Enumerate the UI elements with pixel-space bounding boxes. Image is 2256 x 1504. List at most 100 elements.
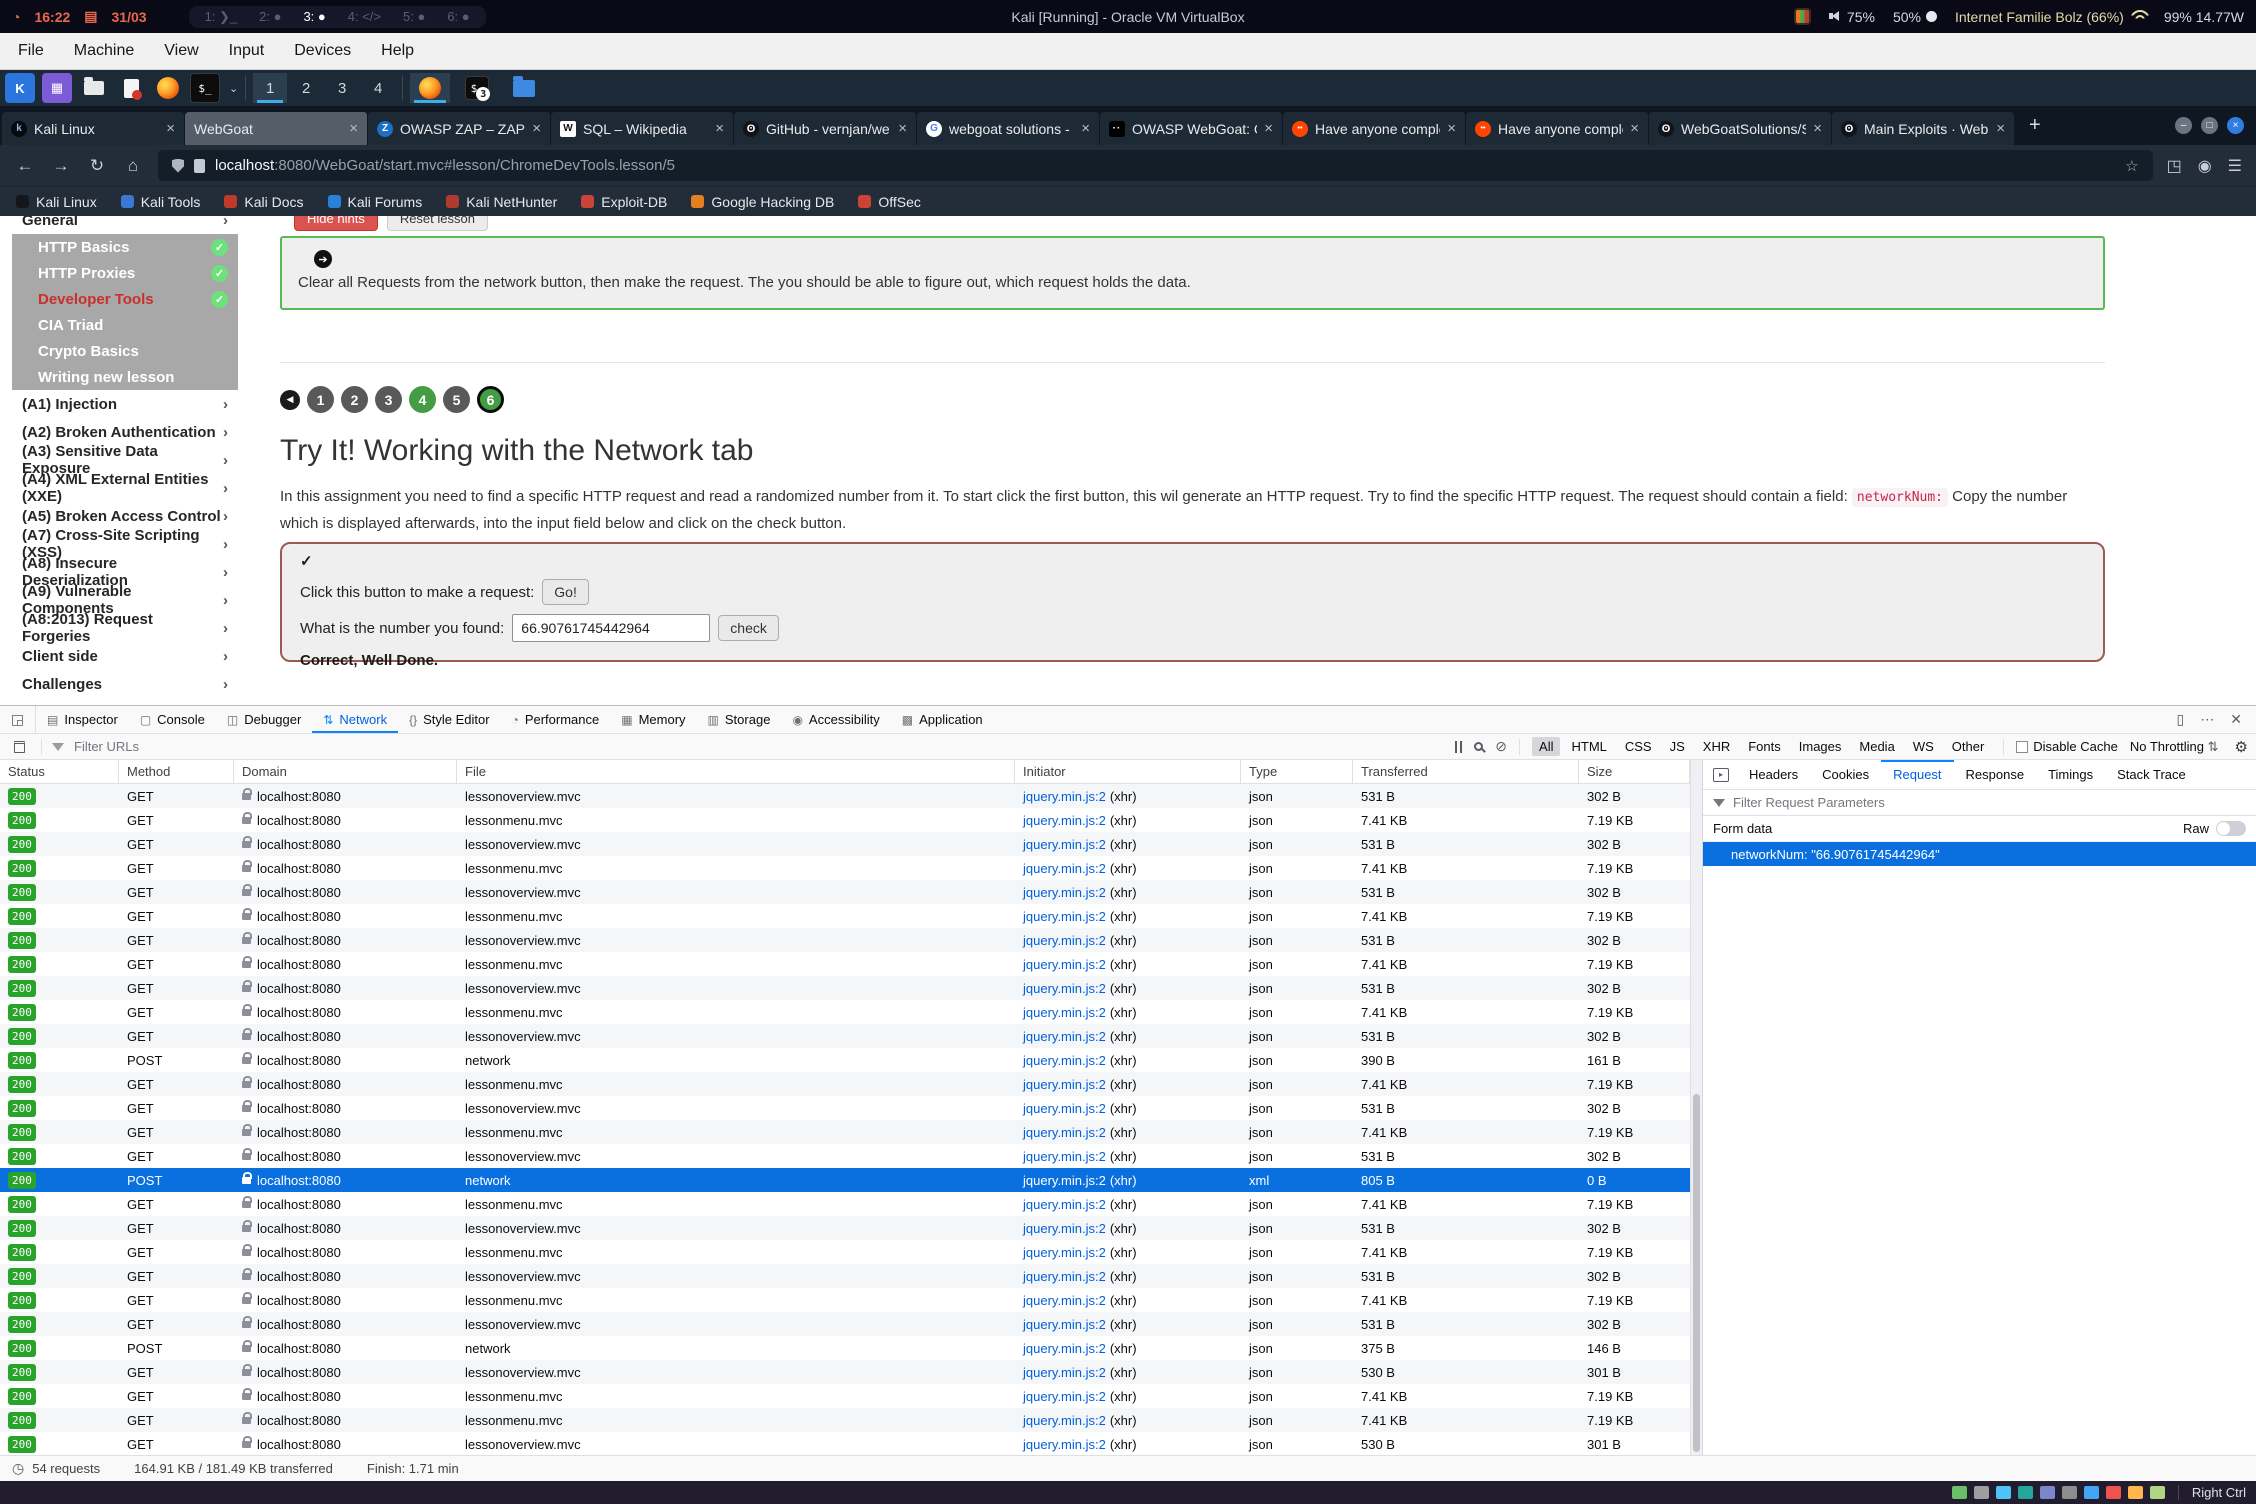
table-row[interactable]: 200 GET localhost:8080 lessonmenu.mvc jq… [0,1240,1690,1264]
page-number-button[interactable]: 4 [409,386,436,413]
detail-tab[interactable]: Request [1881,760,1953,789]
tab-close-icon[interactable]: × [1996,120,2005,137]
url-bar[interactable]: localhost:8080/WebGoat/start.mvc#lesson/… [158,150,2153,181]
menubar-item[interactable]: Help [381,42,414,60]
sidebar-item[interactable]: (A5) Broken Access Control › [12,502,238,530]
sidebar-item[interactable]: (A9) Vulnerable Components › [12,586,238,614]
menubar-item[interactable]: View [164,42,198,60]
table-row[interactable]: 200 GET localhost:8080 lessonmenu.mvc jq… [0,1288,1690,1312]
tab-close-icon[interactable]: × [166,120,175,137]
initiator-link[interactable]: jquery.min.js:2 [1023,933,1106,948]
back-icon[interactable]: ← [14,156,36,176]
initiator-link[interactable]: jquery.min.js:2 [1023,1173,1106,1188]
table-row[interactable]: 200 POST localhost:8080 network jquery.m… [0,1336,1690,1360]
type-filter-button[interactable]: HTML [1564,737,1613,756]
perf-analysis-icon[interactable]: ◷ [12,1460,24,1477]
browser-tab[interactable]: OWASP ZAP – ZAP i × [368,112,551,145]
table-row[interactable]: 200 GET localhost:8080 lessonmenu.mvc jq… [0,1120,1690,1144]
table-row[interactable]: 200 GET localhost:8080 lessonoverview.mv… [0,832,1690,856]
bookmark-item[interactable]: Kali Tools [121,194,201,210]
filter-params-row[interactable]: Filter Request Parameters [1703,790,2256,816]
detail-tab[interactable]: Response [1954,760,2037,789]
browser-tab[interactable]: SQL – Wikipedia × [551,112,734,145]
menubar-item[interactable]: File [18,42,44,60]
workspace-button[interactable]: 2 [289,73,323,103]
menubar-item[interactable]: Input [229,42,265,60]
browser-tab[interactable]: Have anyone comple × [1466,112,1649,145]
bookmark-item[interactable]: OffSec [858,194,921,210]
taskbar-terminal-window[interactable]: $_3 [457,73,497,103]
initiator-link[interactable]: jquery.min.js:2 [1023,957,1106,972]
bookmark-item[interactable]: Kali Docs [224,194,303,210]
reset-lesson-button[interactable]: Reset lesson [387,216,488,231]
vm-status-icon[interactable] [2128,1486,2143,1499]
responsive-mode-icon[interactable]: ▯ [2177,711,2185,728]
table-row[interactable]: 200 POST localhost:8080 network jquery.m… [0,1048,1690,1072]
type-filter-button[interactable]: Other [1945,737,1992,756]
devtools-tab[interactable]: ◉ Accessibility [781,706,890,733]
detail-tab[interactable]: Headers [1737,760,1810,789]
check-button[interactable]: check [718,615,779,641]
devtools-tab[interactable]: ⇅ Network [312,706,398,733]
workspace-slot[interactable]: 3: ● [303,9,325,25]
prev-page-icon[interactable]: ◀ [280,390,300,410]
firefox-launcher-icon[interactable] [153,73,183,103]
initiator-link[interactable]: jquery.min.js:2 [1023,1197,1106,1212]
vm-status-icon[interactable] [2018,1486,2033,1499]
table-row[interactable]: 200 GET localhost:8080 lessonoverview.mv… [0,1312,1690,1336]
browser-tab[interactable]: webgoat solutions - × [917,112,1100,145]
table-row[interactable]: 200 GET localhost:8080 lessonoverview.mv… [0,1096,1690,1120]
search-icon[interactable] [1474,742,1483,751]
browser-tab[interactable]: Have anyone comple × [1283,112,1466,145]
workspace-slot[interactable]: 6: ● [447,9,469,25]
initiator-link[interactable]: jquery.min.js:2 [1023,1245,1106,1260]
reload-icon[interactable]: ↻ [86,156,108,176]
tab-close-icon[interactable]: × [1447,120,1456,137]
detail-tab[interactable]: Timings [2036,760,2105,789]
page-number-button[interactable]: 5 [443,386,470,413]
pause-recording-icon[interactable] [1455,741,1462,753]
minimize-button[interactable]: – [2175,117,2192,134]
tab-close-icon[interactable]: × [349,120,358,137]
column-initiator[interactable]: Initiator [1015,760,1241,783]
sidebar-item[interactable]: (A3) Sensitive Data Exposure › [12,446,238,474]
hide-hints-button[interactable]: Hide hints [294,216,378,231]
bookmark-item[interactable]: Kali Forums [328,194,423,210]
answer-input[interactable] [512,614,710,642]
element-picker-icon[interactable]: ◲ [0,706,36,733]
initiator-link[interactable]: jquery.min.js:2 [1023,1389,1106,1404]
table-row[interactable]: 200 GET localhost:8080 lessonoverview.mv… [0,1360,1690,1384]
filter-params-input[interactable]: Filter Request Parameters [1733,795,1885,810]
workspace-slot[interactable]: 2: ● [259,9,281,25]
browser-tab[interactable]: GitHub - vernjan/we × [734,112,917,145]
vm-status-icon[interactable] [2106,1486,2121,1499]
column-transferred[interactable]: Transferred [1353,760,1579,783]
new-tab-button[interactable]: + [2015,114,2055,137]
tracking-protection-icon[interactable] [172,159,184,173]
workspace-slot[interactable]: 1: ❯_ [205,9,238,25]
initiator-link[interactable]: jquery.min.js:2 [1023,1101,1106,1116]
type-filter-button[interactable]: Media [1852,737,1901,756]
disable-cache-control[interactable]: Disable Cache [2016,739,2118,754]
type-filter-button[interactable]: CSS [1618,737,1659,756]
column-status[interactable]: Status [0,760,119,783]
launcher-dropdown-icon[interactable]: ⌄ [229,82,238,95]
sidebar-item[interactable]: Client side › [12,642,238,670]
devtools-tab[interactable]: ◫ Debugger [216,706,312,733]
bookmark-item[interactable]: Kali NetHunter [446,194,557,210]
table-row[interactable]: 200 GET localhost:8080 lessonoverview.mv… [0,928,1690,952]
table-row[interactable]: 200 GET localhost:8080 lessonoverview.mv… [0,1024,1690,1048]
bookmark-item[interactable]: Exploit-DB [581,194,667,210]
tab-close-icon[interactable]: × [898,120,907,137]
vm-status-icon[interactable] [2062,1486,2077,1499]
devtools-tab[interactable]: ▢ Console [129,706,216,733]
bookmark-item[interactable]: Kali Linux [16,194,97,210]
sidebar-item[interactable]: (A7) Cross-Site Scripting (XSS) › [12,530,238,558]
maximize-button[interactable]: □ [2201,117,2218,134]
devtools-tab[interactable]: ◔ Performance [501,706,611,733]
type-filter-button[interactable]: All [1532,737,1560,756]
bookmark-item[interactable]: Google Hacking DB [691,194,834,210]
sidebar-item[interactable]: (A4) XML External Entities (XXE) › [12,474,238,502]
panel-toggle-icon[interactable]: ▸ [1713,768,1729,782]
form-data-param[interactable]: networkNum: "66.90761745442964" [1703,842,2256,866]
